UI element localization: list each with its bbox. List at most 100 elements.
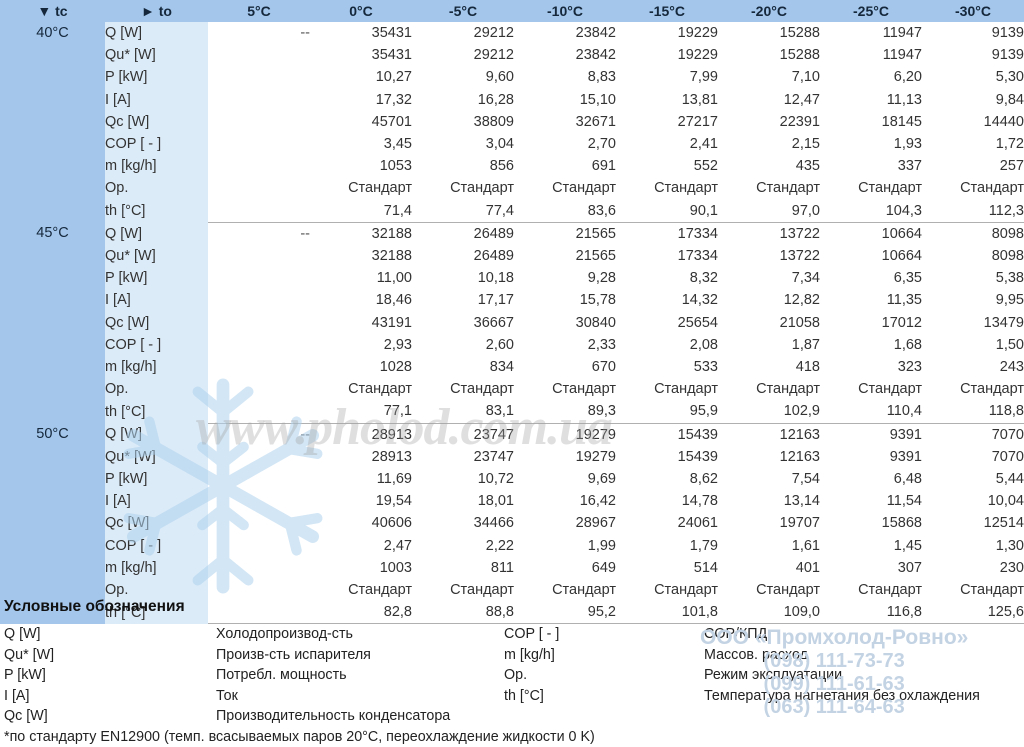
data-cell: 15868 xyxy=(820,512,922,534)
tc-value-cell xyxy=(0,66,105,88)
data-cell: 435 xyxy=(718,155,820,177)
data-cell: 1,61 xyxy=(718,535,820,557)
row-label-cell: I [A] xyxy=(105,490,208,512)
data-cell: 71,4 xyxy=(310,200,412,223)
data-cell: 7,10 xyxy=(718,66,820,88)
header-temp-7: -30°C xyxy=(922,0,1024,22)
data-cell: 19,54 xyxy=(310,490,412,512)
data-cell: 8098 xyxy=(922,245,1024,267)
data-cell: 97,0 xyxy=(718,200,820,223)
data-cell: 9,60 xyxy=(412,66,514,88)
data-cell: 118,8 xyxy=(922,400,1024,423)
table-row: 50°CQ [W]--28913237471927915439121639391… xyxy=(0,423,1024,446)
row-label-cell: th [°C] xyxy=(105,400,208,423)
legend-description-left: Потребл. мощность xyxy=(216,665,504,686)
data-cell: 18145 xyxy=(820,111,922,133)
data-cell: 11,54 xyxy=(820,490,922,512)
legend-description-left: Производительность конденсатора xyxy=(216,706,504,727)
data-cell: 83,1 xyxy=(412,400,514,423)
tc-value-cell xyxy=(0,535,105,557)
data-cell: 11,35 xyxy=(820,289,922,311)
data-cell: Стандарт xyxy=(718,177,820,199)
data-cell: 514 xyxy=(616,557,718,579)
data-cell: 1,50 xyxy=(922,334,1024,356)
table-row: Qu* [W]289132374719279154391216393917070 xyxy=(0,446,1024,468)
data-cell: 104,3 xyxy=(820,200,922,223)
data-cell: 5,30 xyxy=(922,66,1024,88)
data-cell: 257 xyxy=(922,155,1024,177)
data-cell xyxy=(208,155,310,177)
data-cell: 45701 xyxy=(310,111,412,133)
table-row: I [A]18,4617,1715,7814,3212,8211,359,95 xyxy=(0,289,1024,311)
data-cell: 15,10 xyxy=(514,89,616,111)
data-cell: Стандарт xyxy=(310,177,412,199)
table-row: COP [ - ]2,472,221,991,791,611,451,30 xyxy=(0,535,1024,557)
data-cell: 7070 xyxy=(922,446,1024,468)
table-row: P [kW]10,279,608,837,997,106,205,30 xyxy=(0,66,1024,88)
data-cell: 10,18 xyxy=(412,267,514,289)
data-cell: 3,45 xyxy=(310,133,412,155)
data-cell xyxy=(208,44,310,66)
data-cell: 5,38 xyxy=(922,267,1024,289)
data-cell: 15,78 xyxy=(514,289,616,311)
data-cell: 12514 xyxy=(922,512,1024,534)
row-label-cell: Qu* [W] xyxy=(105,245,208,267)
tc-value-cell xyxy=(0,468,105,490)
data-cell xyxy=(208,512,310,534)
tc-value-cell xyxy=(0,267,105,289)
table-row: 45°CQ [W]--32188264892156517334137221066… xyxy=(0,222,1024,245)
data-cell: Стандарт xyxy=(412,177,514,199)
legend-symbol-right xyxy=(504,706,704,727)
data-cell: 15439 xyxy=(616,423,718,446)
data-cell: 21058 xyxy=(718,312,820,334)
table-header: ▼ tc ► to 5°C 0°C -5°C -10°C -15°C -20°C… xyxy=(0,0,1024,22)
data-cell: 856 xyxy=(412,155,514,177)
tc-value-cell xyxy=(0,177,105,199)
row-label-cell: COP [ - ] xyxy=(105,133,208,155)
data-cell: 11,00 xyxy=(310,267,412,289)
row-label-cell: Q [W] xyxy=(105,222,208,245)
tc-value-cell: 50°C xyxy=(0,423,105,446)
table-row: m [kg/h]1053856691552435337257 xyxy=(0,155,1024,177)
data-cell: 35431 xyxy=(310,22,412,44)
header-temp-1: 0°C xyxy=(310,0,412,22)
row-label-cell: m [kg/h] xyxy=(105,155,208,177)
data-cell: 29212 xyxy=(412,44,514,66)
table-row: Qc [W]4319136667308402565421058170121347… xyxy=(0,312,1024,334)
table-body: 40°CQ [W]--35431292122384219229152881194… xyxy=(0,22,1024,624)
legend-description-right: Массов. расход xyxy=(704,645,1024,666)
row-label-cell: Qc [W] xyxy=(105,512,208,534)
data-cell: 12,82 xyxy=(718,289,820,311)
data-cell: 649 xyxy=(514,557,616,579)
tc-value-cell: 45°C xyxy=(0,222,105,245)
data-cell: 17,32 xyxy=(310,89,412,111)
data-cell: 337 xyxy=(820,155,922,177)
data-cell: 2,93 xyxy=(310,334,412,356)
tc-value-cell xyxy=(0,89,105,111)
data-cell: 19707 xyxy=(718,512,820,534)
row-label-cell: P [kW] xyxy=(105,468,208,490)
table-row: th [°C]77,183,189,395,9102,9110,4118,8 xyxy=(0,400,1024,423)
tc-value-cell xyxy=(0,557,105,579)
data-cell: 11,13 xyxy=(820,89,922,111)
data-cell: 77,4 xyxy=(412,200,514,223)
data-cell: 230 xyxy=(922,557,1024,579)
table-row: P [kW]11,6910,729,698,627,546,485,44 xyxy=(0,468,1024,490)
table-row: COP [ - ]2,932,602,332,081,871,681,50 xyxy=(0,334,1024,356)
data-cell: -- xyxy=(208,22,310,44)
row-label-cell: I [A] xyxy=(105,89,208,111)
data-cell: 27217 xyxy=(616,111,718,133)
data-cell: 8,83 xyxy=(514,66,616,88)
data-cell: 7,34 xyxy=(718,267,820,289)
tc-value-cell xyxy=(0,400,105,423)
row-label-cell: Qu* [W] xyxy=(105,446,208,468)
row-label-cell: COP [ - ] xyxy=(105,334,208,356)
data-cell: 5,44 xyxy=(922,468,1024,490)
data-cell: Стандарт xyxy=(820,177,922,199)
tc-value-cell: 40°C xyxy=(0,22,105,44)
data-cell: 1,93 xyxy=(820,133,922,155)
legend-symbol-left: I [A] xyxy=(4,686,216,707)
data-cell: 28913 xyxy=(310,446,412,468)
data-cell: 1003 xyxy=(310,557,412,579)
data-cell: 13,81 xyxy=(616,89,718,111)
